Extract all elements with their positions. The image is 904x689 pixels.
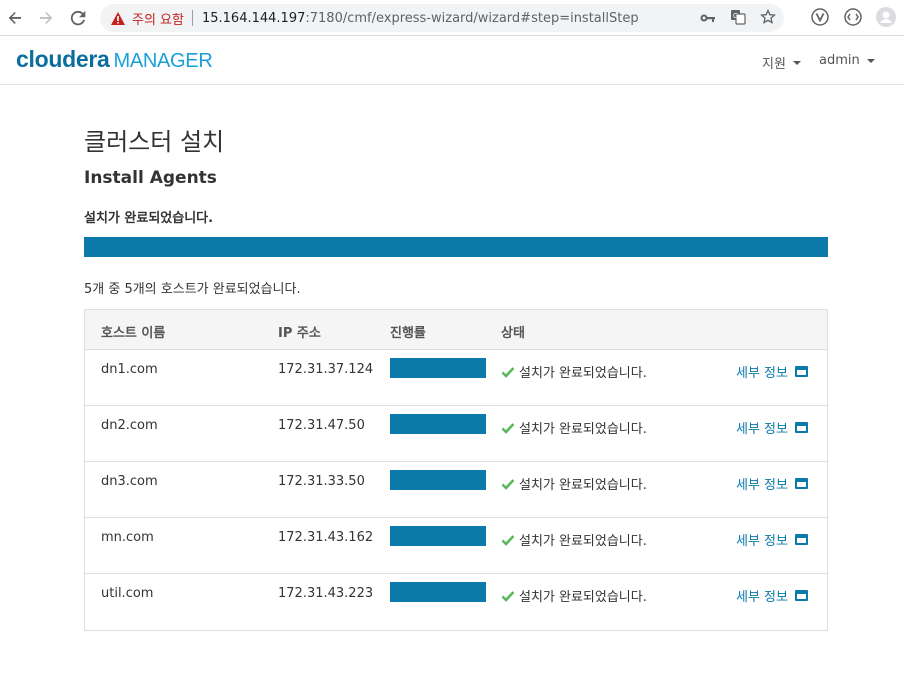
user-menu[interactable]: admin [819, 53, 875, 68]
check-icon [501, 534, 515, 546]
host-progress-fill [390, 526, 486, 546]
check-icon [501, 478, 515, 490]
host-ip: 172.31.43.223 [278, 586, 374, 601]
reload-icon[interactable] [67, 7, 89, 29]
omnibox-divider [191, 10, 193, 26]
url-text[interactable]: 15.164.144.197:7180/cmf/express-wizard/w… [202, 11, 639, 26]
details-link-label: 세부 정보 [736, 366, 788, 381]
host-status: 설치가 완료되었습니다. [501, 418, 647, 437]
host-status-text: 설치가 완료되었습니다. [519, 590, 647, 605]
table-row: dn2.com 172.31.47.50 설치가 완료되었습니다. 세부 정보 [85, 406, 827, 462]
host-status: 설치가 완료되었습니다. [501, 586, 647, 605]
host-name: dn1.com [101, 362, 158, 377]
window-icon [794, 366, 808, 377]
avatar-icon[interactable] [876, 7, 896, 27]
back-icon[interactable] [4, 7, 26, 29]
support-menu[interactable]: 지원 [762, 53, 801, 72]
overall-progress-fill [84, 237, 828, 257]
host-status: 설치가 완료되었습니다. [501, 530, 647, 549]
caret-down-icon [792, 60, 801, 65]
table-row: dn1.com 172.31.37.124 설치가 완료되었습니다. 세부 정보 [85, 350, 827, 406]
table-row: mn.com 172.31.43.162 설치가 완료되었습니다. 세부 정보 [85, 518, 827, 574]
details-link-label: 세부 정보 [736, 590, 788, 605]
window-icon [794, 422, 808, 433]
host-name: dn2.com [101, 418, 158, 433]
browser-toolbar: 주의 요함 15.164.144.197:7180/cmf/express-wi… [0, 0, 904, 36]
host-progress-fill [390, 470, 486, 490]
warning-icon[interactable] [110, 10, 126, 26]
details-link[interactable]: 세부 정보 [736, 474, 808, 493]
translate-icon[interactable]: G [730, 9, 746, 29]
table-row: util.com 172.31.43.223 설치가 완료되었습니다. 세부 정… [85, 574, 827, 630]
support-menu-label: 지원 [762, 57, 786, 72]
host-name: mn.com [101, 530, 154, 545]
user-menu-label: admin [819, 53, 860, 68]
extension-icon[interactable] [843, 7, 863, 27]
address-bar[interactable]: 주의 요함 15.164.144.197:7180/cmf/express-wi… [100, 4, 784, 32]
host-name: util.com [101, 586, 154, 601]
host-status: 설치가 완료되었습니다. [501, 362, 647, 381]
column-header-host: 호스트 이름 [101, 326, 166, 341]
window-icon [794, 534, 808, 545]
host-ip: 172.31.33.50 [278, 474, 365, 489]
host-progress-bar [390, 526, 486, 546]
host-ip: 172.31.43.162 [278, 530, 374, 545]
host-progress-fill [390, 414, 486, 434]
forward-icon[interactable] [35, 7, 57, 29]
details-link-label: 세부 정보 [736, 534, 788, 549]
hosts-summary: 5개 중 5개의 호스트가 완료되었습니다. [84, 282, 301, 297]
details-link[interactable]: 세부 정보 [736, 362, 808, 381]
table-header: 호스트 이름 IP 주소 진행률 상태 [85, 310, 827, 350]
status-message: 설치가 완료되었습니다. [84, 211, 214, 226]
host-name: dn3.com [101, 474, 158, 489]
host-status-text: 설치가 완료되었습니다. [519, 478, 647, 493]
host-status-text: 설치가 완료되었습니다. [519, 534, 647, 549]
details-link[interactable]: 세부 정보 [736, 418, 808, 437]
host-status: 설치가 완료되었습니다. [501, 474, 647, 493]
page-title: 클러스터 설치 [84, 128, 225, 156]
extension-v-icon[interactable] [810, 7, 830, 27]
details-link-label: 세부 정보 [736, 422, 788, 437]
check-icon [501, 590, 515, 602]
key-icon[interactable] [700, 12, 716, 27]
host-progress-bar [390, 582, 486, 602]
table-row: dn3.com 172.31.33.50 설치가 완료되었습니다. 세부 정보 [85, 462, 827, 518]
host-progress-bar [390, 358, 486, 378]
details-link[interactable]: 세부 정보 [736, 586, 808, 605]
host-progress-bar [390, 470, 486, 490]
window-icon [794, 478, 808, 489]
step-title: Install Agents [84, 168, 217, 188]
column-header-ip: IP 주소 [278, 326, 321, 341]
host-status-text: 설치가 완료되었습니다. [519, 366, 647, 381]
svg-text:G: G [733, 13, 738, 20]
app-header: cloudera MANAGER 지원 admin [0, 36, 904, 85]
security-warning[interactable]: 주의 요함 [132, 9, 184, 28]
host-progress-bar [390, 414, 486, 434]
check-icon [501, 422, 515, 434]
host-progress-fill [390, 582, 486, 602]
column-header-progress: 진행률 [390, 326, 426, 341]
host-ip: 172.31.37.124 [278, 362, 374, 377]
host-status-text: 설치가 완료되었습니다. [519, 422, 647, 437]
check-icon [501, 366, 515, 378]
overall-progress-bar [84, 237, 828, 257]
star-icon[interactable] [759, 8, 777, 29]
host-progress-fill [390, 358, 486, 378]
hosts-table: 호스트 이름 IP 주소 진행률 상태 dn1.com 172.31.37.12… [84, 309, 828, 631]
details-link[interactable]: 세부 정보 [736, 530, 808, 549]
host-ip: 172.31.47.50 [278, 418, 365, 433]
details-link-label: 세부 정보 [736, 478, 788, 493]
window-icon [794, 590, 808, 601]
cloudera-manager-logo[interactable]: cloudera MANAGER [16, 46, 213, 73]
column-header-status: 상태 [501, 326, 525, 341]
caret-down-icon [866, 58, 875, 63]
